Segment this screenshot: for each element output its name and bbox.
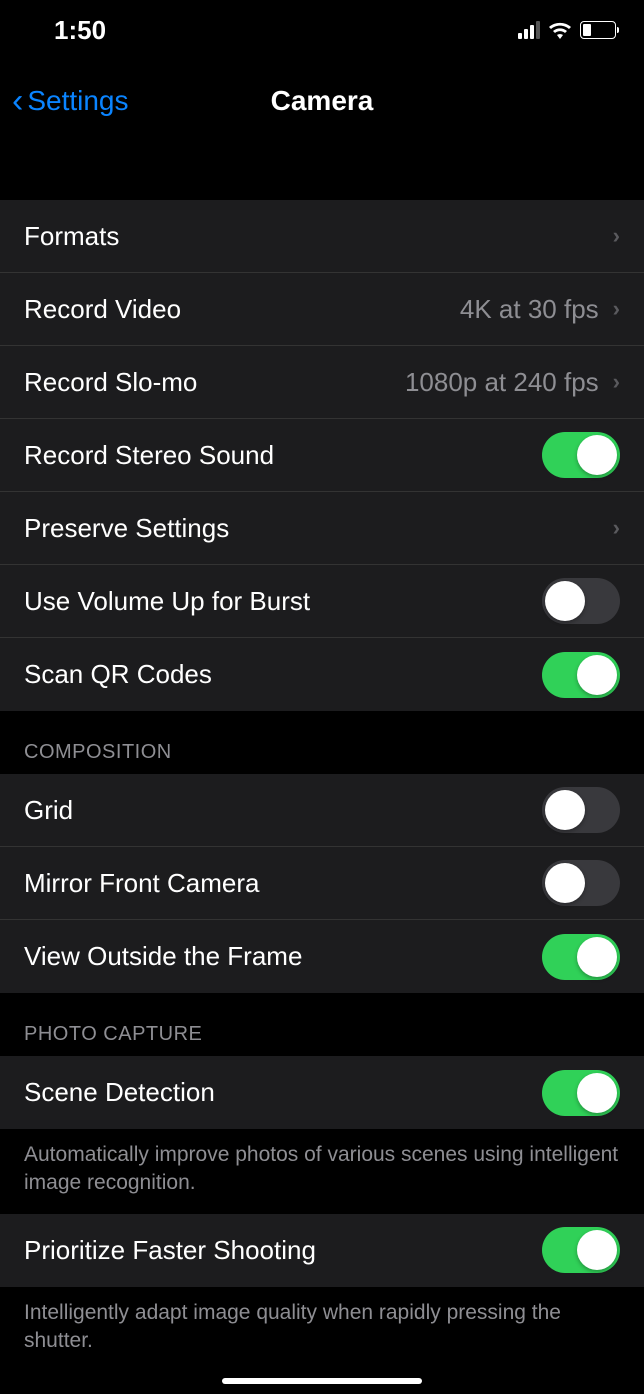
home-indicator[interactable] [222,1378,422,1384]
row-mirror-front: Mirror Front Camera [0,847,644,920]
row-label: Formats [24,221,119,252]
back-label: Settings [27,85,128,117]
row-label: Grid [24,795,73,826]
status-bar: 1:50 [0,0,644,60]
settings-list-faster-shooting: Prioritize Faster Shooting [0,1214,644,1287]
chevron-right-icon: › [613,296,620,322]
section-header-photo-capture: PHOTO CAPTURE [0,993,644,1056]
row-label: Scan QR Codes [24,659,212,690]
settings-list-main: Formats › Record Video 4K at 30 fps › Re… [0,200,644,711]
row-stereo-sound: Record Stereo Sound [0,419,644,492]
back-button[interactable]: ‹ Settings [12,82,129,121]
status-time: 1:50 [54,15,106,46]
row-formats[interactable]: Formats › [0,200,644,273]
footer-scene-detection: Automatically improve photos of various … [0,1129,644,1214]
chevron-left-icon: ‹ [12,82,23,121]
row-record-slomo[interactable]: Record Slo-mo 1080p at 240 fps › [0,346,644,419]
row-outside-frame: View Outside the Frame [0,920,644,993]
chevron-right-icon: › [613,223,620,249]
wifi-icon [548,21,572,39]
row-detail: 4K at 30 fps [460,294,599,325]
row-preserve-settings[interactable]: Preserve Settings › [0,492,644,565]
row-label: Use Volume Up for Burst [24,586,310,617]
row-label: View Outside the Frame [24,941,302,972]
toggle-scene-detection[interactable] [542,1070,620,1116]
chevron-right-icon: › [613,369,620,395]
toggle-scan-qr[interactable] [542,652,620,698]
status-icons [518,21,616,39]
settings-list-photo-capture: Scene Detection [0,1056,644,1129]
toggle-faster-shooting[interactable] [542,1227,620,1273]
row-volume-burst: Use Volume Up for Burst [0,565,644,638]
row-record-video[interactable]: Record Video 4K at 30 fps › [0,273,644,346]
row-label: Prioritize Faster Shooting [24,1235,316,1266]
cellular-signal-icon [518,21,540,39]
toggle-stereo-sound[interactable] [542,432,620,478]
toggle-outside-frame[interactable] [542,934,620,980]
row-label: Mirror Front Camera [24,868,259,899]
settings-list-composition: Grid Mirror Front Camera View Outside th… [0,774,644,993]
row-faster-shooting: Prioritize Faster Shooting [0,1214,644,1287]
toggle-mirror-front[interactable] [542,860,620,906]
section-header-composition: COMPOSITION [0,711,644,774]
row-label: Record Video [24,294,181,325]
row-label: Record Slo-mo [24,367,197,398]
row-scan-qr: Scan QR Codes [0,638,644,711]
row-scene-detection: Scene Detection [0,1056,644,1129]
row-label: Record Stereo Sound [24,440,274,471]
row-label: Scene Detection [24,1077,215,1108]
row-grid: Grid [0,774,644,847]
chevron-right-icon: › [613,515,620,541]
battery-icon [580,21,616,39]
footer-faster-shooting: Intelligently adapt image quality when r… [0,1287,644,1372]
row-detail: 1080p at 240 fps [405,367,599,398]
row-label: Preserve Settings [24,513,229,544]
toggle-volume-burst[interactable] [542,578,620,624]
page-title: Camera [271,85,374,117]
nav-bar: ‹ Settings Camera [0,60,644,142]
toggle-grid[interactable] [542,787,620,833]
